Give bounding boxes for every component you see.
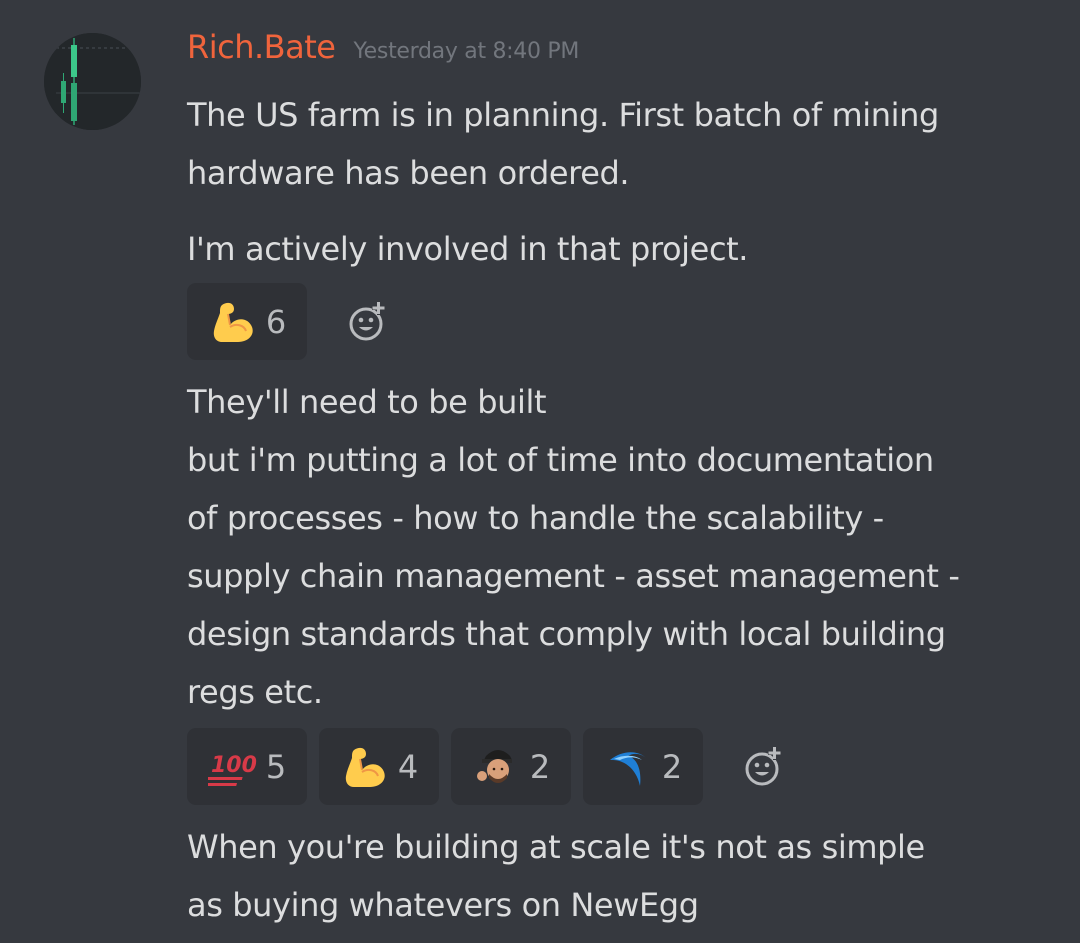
- custom-person-emoji-icon: [472, 742, 522, 792]
- reaction-count: 4: [397, 747, 419, 786]
- custom-blue-swoosh-emoji-icon: [604, 742, 654, 792]
- reaction-count: 6: [265, 302, 287, 341]
- svg-text:100: 100: [211, 753, 257, 778]
- reaction-count: 2: [661, 747, 683, 786]
- message-text: I'm actively involved in that project.: [187, 230, 749, 268]
- reaction-hundred-points[interactable]: 100 5: [187, 728, 307, 805]
- timestamp[interactable]: Yesterday at 8:40 PM: [353, 39, 579, 64]
- message-text: The US farm is in planning. First batch …: [187, 96, 939, 192]
- flexed-biceps-icon: [340, 742, 390, 792]
- message-header: Rich.Bate Yesterday at 8:40 PM: [187, 28, 579, 76]
- message-text: When you're building at scale it's not a…: [187, 828, 925, 924]
- reaction-custom-person[interactable]: 2: [451, 728, 571, 805]
- avatar[interactable]: [44, 33, 141, 130]
- hundred-points-icon: 100: [207, 742, 258, 792]
- add-reaction-icon[interactable]: [339, 292, 399, 352]
- reaction-flexed-biceps[interactable]: 6: [187, 283, 307, 360]
- reaction-custom-swoosh[interactable]: 2: [583, 728, 703, 805]
- reactions-bar: 6: [187, 283, 399, 360]
- candlestick-chart-avatar-icon: [44, 33, 141, 130]
- message-text: They'll need to be built but i'm putting…: [187, 383, 960, 711]
- add-reaction-icon[interactable]: [735, 737, 795, 797]
- reaction-flexed-biceps[interactable]: 4: [319, 728, 439, 805]
- reactions-bar: 100 5 4 2 2: [187, 728, 795, 805]
- flexed-biceps-icon: [208, 297, 258, 347]
- username[interactable]: Rich.Bate: [187, 28, 336, 66]
- reaction-count: 5: [265, 747, 287, 786]
- reaction-count: 2: [529, 747, 551, 786]
